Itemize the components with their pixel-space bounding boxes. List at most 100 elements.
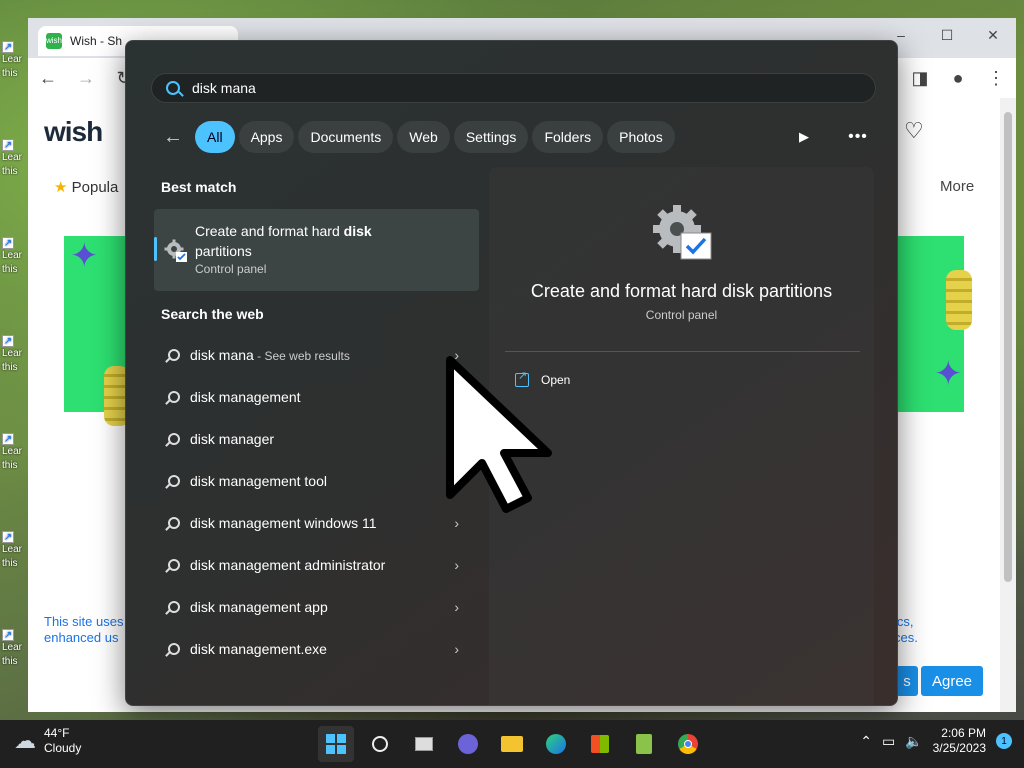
chevron-right-icon[interactable]: › — [454, 641, 459, 657]
desktop-shortcut[interactable]: ↗ Lear this — [2, 237, 28, 277]
chrome-icon[interactable] — [670, 726, 706, 762]
filter-photos[interactable]: Photos — [607, 121, 675, 153]
web-result-item[interactable]: disk management tool — [154, 460, 479, 502]
web-result-item[interactable]: disk management — [154, 376, 479, 418]
page-scrollbar[interactable] — [1000, 98, 1016, 712]
shortcut-arrow-icon: ↗ — [2, 335, 14, 347]
desktop-shortcut[interactable]: ↗ Lear this — [2, 139, 28, 179]
more-options-icon[interactable]: ••• — [846, 125, 870, 149]
web-result-item[interactable]: disk mana - See web results › — [154, 334, 479, 376]
notepad-icon[interactable] — [626, 726, 662, 762]
desktop-shortcut[interactable]: ↗ Lear this — [2, 531, 28, 571]
web-result-item[interactable]: disk management administrator › — [154, 544, 479, 586]
chevron-right-icon[interactable]: › — [454, 557, 459, 573]
play-icon[interactable]: ▶ — [794, 127, 814, 147]
heart-icon[interactable]: ♡ — [904, 118, 924, 144]
toolbar-right: ◨ ● ⋮ — [908, 68, 1008, 89]
chevron-up-icon[interactable]: ⌃ — [860, 733, 872, 750]
search-icon — [168, 433, 180, 445]
wish-logo[interactable]: wish — [44, 116, 103, 148]
maximize-icon[interactable]: ☐ — [924, 18, 970, 52]
search-filters: ← All Apps Documents Web Settings Folder… — [161, 121, 675, 153]
consent-text-left: This site uses enhanced us — [44, 614, 124, 645]
desktop-shortcut[interactable]: ↗ Lear this — [2, 629, 28, 669]
search-icon — [168, 517, 180, 529]
filter-all[interactable]: All — [195, 121, 235, 153]
desktop-shortcut[interactable]: ↗ Lear this — [2, 335, 28, 375]
detail-divider — [505, 351, 860, 352]
star-icon: ★ — [54, 179, 68, 196]
search-input[interactable] — [192, 80, 792, 96]
side-panel-icon[interactable]: ◨ — [908, 68, 932, 89]
detail-title: Create and format hard disk partitions — [530, 281, 833, 301]
search-icon — [168, 349, 180, 361]
file-explorer-icon[interactable] — [494, 726, 530, 762]
web-results-list: disk mana - See web results › disk manag… — [154, 334, 479, 670]
system-tray: ⌃ ▭ 🔈 2:06 PM 3/25/2023 1 — [860, 726, 1012, 756]
best-match-heading: Best match — [161, 179, 237, 195]
web-result-item[interactable]: disk management.exe › — [154, 628, 479, 670]
forward-arrow-icon[interactable]: → — [74, 68, 98, 89]
menu-dots-icon[interactable]: ⋮ — [984, 68, 1008, 89]
notification-badge[interactable]: 1 — [996, 733, 1012, 749]
scrollbar-thumb[interactable] — [1004, 112, 1012, 582]
search-icon — [168, 643, 180, 655]
weather-widget[interactable]: ☁ 44°F Cloudy — [14, 726, 81, 756]
filter-documents[interactable]: Documents — [298, 121, 394, 153]
shortcut-arrow-icon: ↗ — [2, 41, 14, 53]
best-match-result[interactable]: Create and format hard disk partitions C… — [154, 209, 479, 291]
detail-subtitle: Control panel — [645, 308, 718, 322]
search-icon — [168, 391, 180, 403]
profile-icon[interactable]: ● — [946, 68, 970, 89]
mouse-pointer-icon — [446, 356, 552, 513]
search-icon — [168, 601, 180, 613]
filter-web[interactable]: Web — [397, 121, 450, 153]
volume-icon[interactable]: 🔈 — [905, 733, 922, 750]
network-icon[interactable]: ▭ — [882, 733, 895, 750]
chevron-right-icon[interactable]: › — [454, 599, 459, 615]
clock[interactable]: 2:06 PM 3/25/2023 — [933, 726, 986, 756]
filter-settings[interactable]: Settings — [453, 121, 529, 153]
search-icon — [168, 475, 180, 487]
nav-more[interactable]: More — [940, 178, 974, 195]
back-arrow-icon[interactable]: ← — [36, 68, 60, 89]
nav-popular[interactable]: ★ Popula — [54, 178, 118, 196]
sparkle-icon: ✦ — [70, 237, 99, 275]
search-icon — [168, 559, 180, 571]
chat-icon[interactable] — [450, 726, 486, 762]
weather-condition: Cloudy — [44, 741, 82, 755]
agree-button[interactable]: Agree — [921, 666, 983, 696]
web-result-item[interactable]: disk management app › — [154, 586, 479, 628]
start-windows-icon[interactable] — [318, 726, 354, 762]
store-icon[interactable] — [582, 726, 618, 762]
chevron-right-icon[interactable]: › — [454, 515, 459, 531]
sparkle-icon: ✦ — [934, 355, 963, 393]
control-panel-gear-icon — [164, 239, 187, 262]
filter-apps[interactable]: Apps — [238, 121, 295, 153]
search-icon — [166, 81, 180, 95]
taskbar-apps — [318, 726, 706, 762]
edge-icon[interactable] — [538, 726, 574, 762]
best-match-title: Create and format hard disk partitions — [195, 223, 372, 259]
shortcut-arrow-icon: ↗ — [2, 139, 14, 151]
web-heading: Search the web — [161, 306, 264, 322]
close-icon[interactable]: ✕ — [970, 18, 1016, 52]
web-result-item[interactable]: disk management windows 11 › — [154, 502, 479, 544]
task-view-icon[interactable] — [406, 726, 442, 762]
search-icon[interactable] — [362, 726, 398, 762]
web-result-item[interactable]: disk manager — [154, 418, 479, 460]
desktop-shortcut[interactable]: ↗ Lear this — [2, 41, 28, 81]
selection-accent — [154, 237, 157, 261]
control-panel-gear-icon — [653, 205, 712, 260]
filter-folders[interactable]: Folders — [532, 121, 604, 153]
shortcut-arrow-icon: ↗ — [2, 433, 14, 445]
search-box[interactable] — [151, 73, 876, 103]
window-controls: – ☐ ✕ — [878, 18, 1016, 52]
best-match-subtitle: Control panel — [195, 262, 267, 276]
shortcut-arrow-icon: ↗ — [2, 629, 14, 641]
desktop-shortcut[interactable]: ↗ Lear this — [2, 433, 28, 473]
tab-title: Wish - Sh — [70, 34, 123, 48]
consent-secondary-button[interactable]: s — [896, 666, 918, 696]
taskbar: ☁ 44°F Cloudy ⌃ ▭ 🔈 2:06 PM 3/25/2023 1 — [0, 720, 1024, 768]
back-arrow-icon[interactable]: ← — [161, 122, 185, 152]
